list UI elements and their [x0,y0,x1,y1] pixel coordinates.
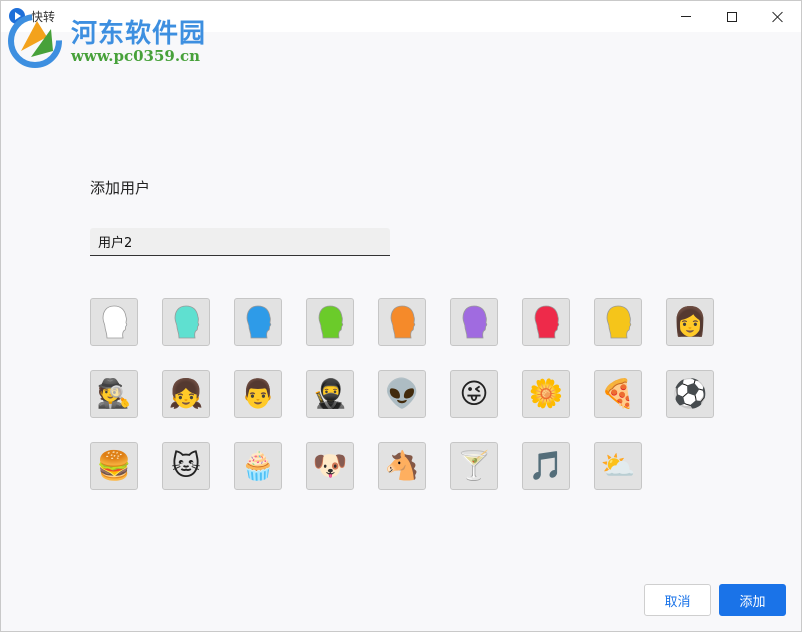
flower-icon: 🌼 [528,377,564,410]
dog-avatar[interactable]: 🐶 [306,442,354,490]
man-avatar[interactable]: 👨 [234,370,282,418]
watermark-logo-icon [8,14,62,68]
head-silhouette-icon [318,305,344,339]
yellow-silhouette-avatar[interactable] [594,298,642,346]
cupcake-avatar[interactable]: 🧁 [234,442,282,490]
purple-silhouette-avatar[interactable] [450,298,498,346]
username-input[interactable] [90,228,390,256]
head-silhouette-icon [534,305,560,339]
horse-icon: 🐴 [384,449,420,482]
maximize-button[interactable] [709,1,755,32]
woman-icon: 👩 [672,305,708,338]
sunglasses-man-icon: 🕵 [96,377,132,410]
title-bar[interactable]: 快转 河东软件园 www.pc0359.cn [1,1,801,68]
soccer-ball-icon: ⚽ [672,377,708,410]
head-silhouette-icon [390,305,416,339]
alien-icon: 👽 [384,377,420,410]
minimize-button[interactable] [663,1,709,32]
cupcake-icon: 🧁 [240,449,276,482]
man-icon: 👨 [240,377,276,410]
head-silhouette-icon [606,305,632,339]
burger-icon: 🍔 [96,449,132,482]
winking-face-icon: 😜 [459,377,489,410]
alien-avatar[interactable]: 👽 [378,370,426,418]
orange-silhouette-avatar[interactable] [378,298,426,346]
head-silhouette-icon [462,305,488,339]
head-silhouette-icon [102,305,128,339]
cloud-sun-avatar[interactable]: ⛅ [594,442,642,490]
ninja-avatar[interactable]: 🥷 [306,370,354,418]
app-window: 快转 河东软件园 www.pc0359.cn 添加用户 👩 🕵 👧 👨 🥷 👽 😜 🌼 🍕 ⚽ 🍔 🐱… [0,0,802,632]
add-button[interactable]: 添加 [719,584,786,616]
cancel-button[interactable]: 取消 [644,584,711,616]
cloud-sun-icon: ⛅ [600,449,636,482]
cocktail-avatar[interactable]: 🍸 [450,442,498,490]
music-note-avatar[interactable]: 🎵 [522,442,570,490]
watermark-url: www.pc0359.cn [71,47,201,65]
soccer-ball-avatar[interactable]: ⚽ [666,370,714,418]
horse-avatar[interactable]: 🐴 [378,442,426,490]
flower-avatar[interactable]: 🌼 [522,370,570,418]
close-button[interactable] [755,1,801,32]
winking-face-avatar[interactable]: 😜 [450,370,498,418]
teal-silhouette-avatar[interactable] [162,298,210,346]
dog-icon: 🐶 [312,449,348,482]
red-silhouette-avatar[interactable] [522,298,570,346]
girl-sunglasses-icon: 👧 [168,377,204,410]
music-note-icon: 🎵 [528,449,564,482]
woman-avatar[interactable]: 👩 [666,298,714,346]
green-silhouette-avatar[interactable] [306,298,354,346]
pizza-avatar[interactable]: 🍕 [594,370,642,418]
watermark: 河东软件园 www.pc0359.cn [7,9,217,71]
girl-sunglasses-avatar[interactable]: 👧 [162,370,210,418]
sunglasses-man-avatar[interactable]: 🕵 [90,370,138,418]
maximize-icon [727,11,737,22]
head-silhouette-icon [174,305,200,339]
pizza-icon: 🍕 [600,377,636,410]
close-icon [772,11,784,23]
cat-icon: 🐱 [171,449,201,482]
minimize-icon [681,16,691,17]
head-silhouette-icon [246,305,272,339]
page-title: 添加用户 [90,179,151,197]
blue-silhouette-avatar[interactable] [234,298,282,346]
ninja-icon: 🥷 [312,377,348,410]
white-silhouette-avatar[interactable] [90,298,138,346]
cat-avatar[interactable]: 🐱 [162,442,210,490]
burger-avatar[interactable]: 🍔 [90,442,138,490]
cocktail-icon: 🍸 [456,449,492,482]
watermark-title: 河东软件园 [71,19,207,49]
